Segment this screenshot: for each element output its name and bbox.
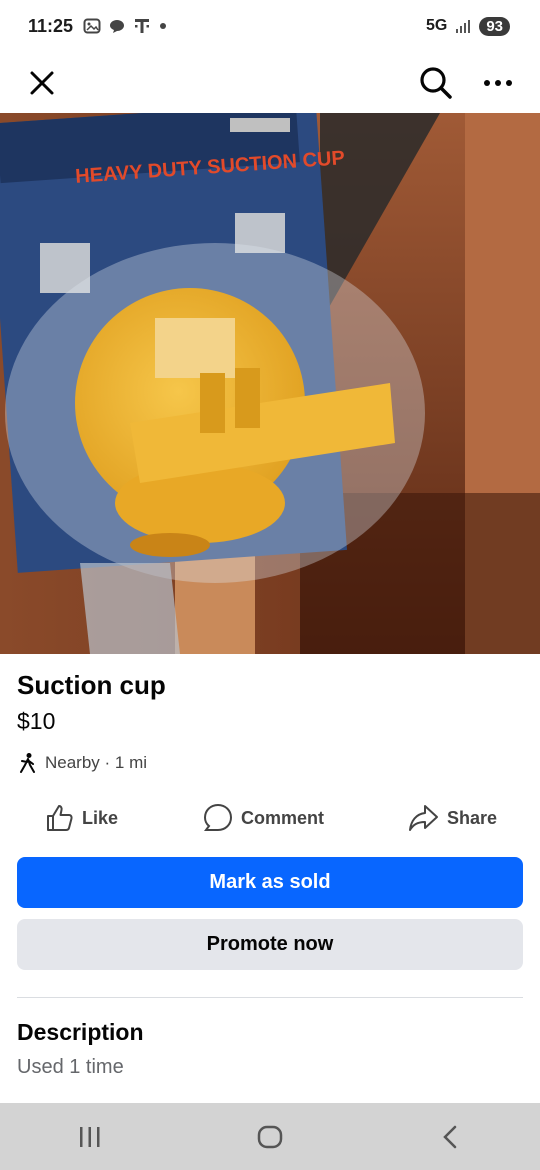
close-icon bbox=[30, 71, 54, 94]
battery-indicator: 93 bbox=[479, 16, 510, 36]
dot-icon bbox=[160, 23, 167, 29]
recents-button[interactable] bbox=[60, 1112, 120, 1162]
top-bar-actions bbox=[414, 61, 520, 105]
listing-location: Nearby · 1 mi bbox=[17, 752, 147, 774]
description-heading: Description bbox=[17, 1019, 144, 1045]
divider bbox=[17, 997, 523, 998]
comment-label: Comment bbox=[241, 807, 325, 828]
search-icon bbox=[420, 66, 452, 99]
notification-icons bbox=[83, 17, 167, 35]
search-button[interactable] bbox=[414, 61, 458, 105]
status-bar-right: 5G 93 bbox=[425, 16, 510, 36]
description-text: Used 1 time bbox=[17, 1056, 124, 1078]
network-label: 5G bbox=[425, 17, 448, 34]
status-time: 11:25 bbox=[28, 15, 74, 36]
signal-icon bbox=[456, 20, 471, 33]
share-icon bbox=[409, 805, 438, 831]
share-label: Share bbox=[447, 807, 498, 828]
like-button[interactable]: Like bbox=[44, 798, 118, 838]
home-button[interactable] bbox=[240, 1112, 300, 1162]
location-text: Nearby · 1 mi bbox=[45, 753, 148, 772]
like-icon bbox=[47, 805, 73, 831]
like-label: Like bbox=[82, 807, 119, 828]
chat-icon bbox=[110, 20, 125, 33]
comment-icon bbox=[203, 803, 233, 831]
back-icon bbox=[443, 1125, 457, 1148]
recents-icon bbox=[80, 1126, 100, 1147]
listing-title: Suction cup bbox=[17, 670, 166, 700]
mark-as-sold-button[interactable]: Mark as sold bbox=[17, 857, 523, 908]
comment-button[interactable]: Comment bbox=[203, 798, 324, 838]
close-button[interactable] bbox=[20, 61, 64, 105]
back-button[interactable] bbox=[420, 1112, 480, 1162]
screenshot-icon bbox=[83, 18, 101, 34]
top-bar bbox=[0, 52, 540, 113]
walking-icon bbox=[20, 753, 35, 773]
listing-photo[interactable]: HEAVY DUTY SUCTION CUP bbox=[0, 113, 540, 654]
status-bar: 11:25 5G 93 bbox=[0, 0, 540, 52]
home-icon bbox=[257, 1125, 283, 1148]
listing-actions: Like Comment Share bbox=[0, 798, 540, 838]
status-bar-left: 11:25 bbox=[28, 16, 167, 37]
system-nav-bar bbox=[0, 1103, 540, 1170]
t-mobile-icon bbox=[135, 19, 150, 33]
share-button[interactable]: Share bbox=[408, 798, 497, 838]
promote-now-button[interactable]: Promote now bbox=[17, 919, 523, 970]
suction-cup-photo: HEAVY DUTY SUCTION CUP bbox=[0, 113, 540, 654]
more-button[interactable] bbox=[476, 61, 520, 105]
more-icon bbox=[484, 79, 512, 86]
listing-price: $10 bbox=[17, 708, 56, 734]
